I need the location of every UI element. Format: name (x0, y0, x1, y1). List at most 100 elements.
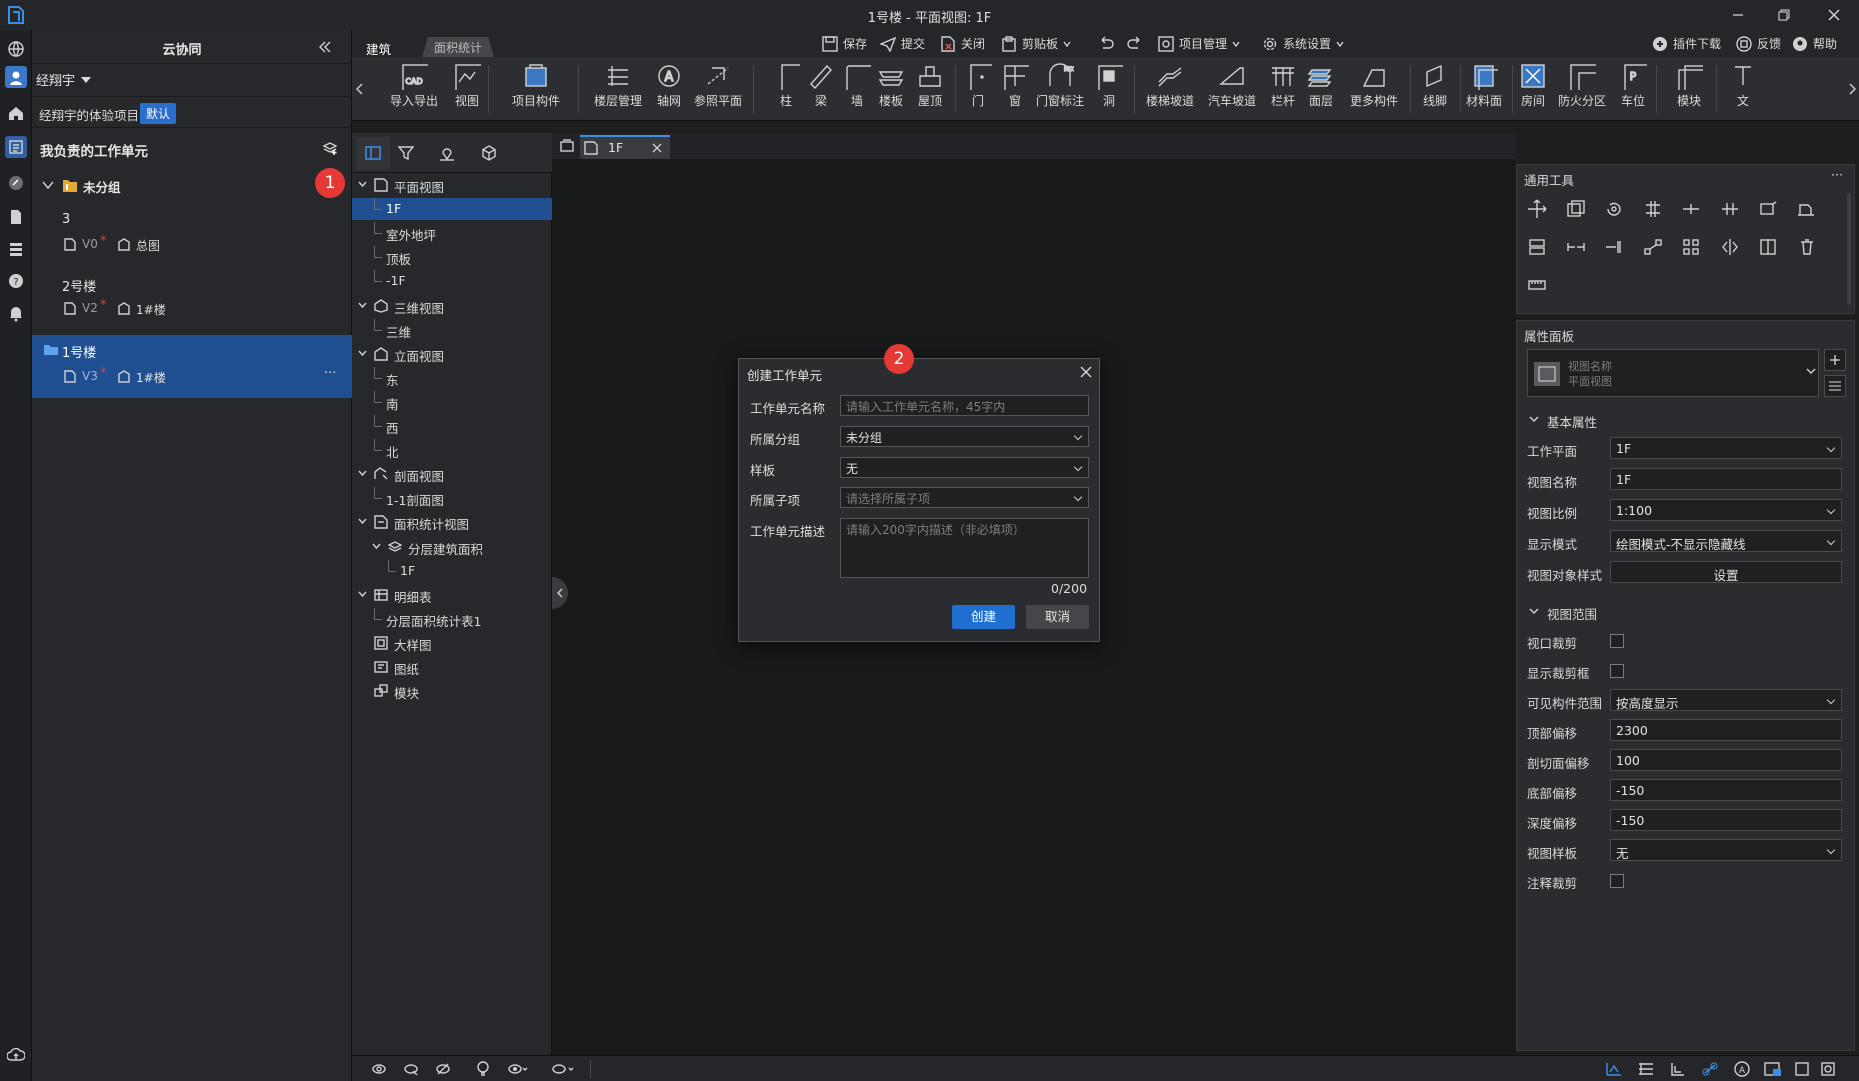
plugin-download-button[interactable]: 插件下载 (1652, 35, 1721, 52)
ortho-icon[interactable] (1670, 1062, 1686, 1076)
visibility-hide-icon[interactable] (436, 1062, 450, 1076)
tools-scrollbar[interactable] (1847, 193, 1851, 305)
tree-item[interactable]: 1F (352, 198, 552, 221)
window-button[interactable]: 窗 (1000, 60, 1030, 109)
annot-crop-checkbox[interactable] (1610, 874, 1624, 888)
split-tool-icon[interactable] (1681, 199, 1701, 219)
undo-button[interactable] (1097, 35, 1115, 51)
layers-icon[interactable] (1638, 1062, 1654, 1076)
home-icon[interactable] (5, 102, 27, 124)
edit-type-button[interactable] (1824, 375, 1846, 397)
display-style-icon[interactable] (552, 1062, 574, 1076)
wall-button[interactable]: 墙 (842, 60, 872, 109)
cloud-upload-icon[interactable] (5, 1044, 27, 1066)
snap-icon[interactable] (1606, 1062, 1622, 1076)
depth-offset-input[interactable]: -150 (1610, 809, 1842, 831)
tree-item[interactable]: 分层面积统计表1 (352, 607, 552, 630)
visibility-icon[interactable] (372, 1062, 386, 1076)
chevron-down-icon[interactable] (1529, 416, 1539, 424)
scale-select[interactable]: 1:100 (1610, 499, 1842, 521)
material-face-button[interactable]: 材料面 (1466, 60, 1502, 109)
roof-button[interactable]: 屋顶 (915, 60, 945, 109)
work-unit-icon[interactable] (5, 136, 27, 158)
show-crop-checkbox[interactable] (1610, 664, 1624, 678)
tree-group[interactable]: 模块 (352, 680, 552, 702)
tree-item[interactable]: 南 (352, 390, 552, 413)
filter-icon[interactable] (398, 145, 414, 161)
tree-group[interactable]: 明细表 (352, 584, 552, 606)
redo-button[interactable] (1126, 35, 1144, 51)
globe-icon[interactable] (5, 38, 27, 60)
tree-item[interactable]: 三维 (352, 318, 552, 341)
tree-item[interactable]: 1F (352, 559, 552, 582)
panel-toggle-icon[interactable] (356, 137, 390, 169)
view-name-input[interactable]: 1F (1610, 468, 1842, 490)
work-unit-item[interactable]: 3 V0 * 总图 (32, 208, 352, 266)
tree-group[interactable]: 面积统计视图 (352, 511, 552, 533)
door-window-tag-button[interactable]: M01 门窗标注 (1036, 60, 1084, 109)
workset-icon[interactable] (1764, 1061, 1782, 1077)
obj-style-button[interactable]: 设置 (1610, 561, 1842, 583)
copy-tool-icon[interactable] (1566, 199, 1586, 219)
door-button[interactable]: 门 (963, 60, 993, 109)
array-tool-icon[interactable] (1643, 237, 1663, 257)
visibility-filter-icon[interactable] (404, 1062, 418, 1076)
top-offset-input[interactable]: 2300 (1610, 719, 1842, 741)
break-tool-icon[interactable] (1797, 237, 1817, 257)
trim-tool-icon[interactable] (1720, 199, 1740, 219)
slab-button[interactable]: 楼板 (876, 60, 906, 109)
doc-tab-1f[interactable]: 1F (580, 135, 670, 159)
tree-group[interactable]: 图纸 (352, 656, 552, 678)
ribbon-scroll-left-icon[interactable] (356, 83, 364, 95)
display-mode-select[interactable]: 绘图模式-不显示隐藏线 (1610, 530, 1842, 552)
module-button[interactable]: 模块 (1674, 60, 1704, 109)
scale-tool-icon[interactable] (1681, 237, 1701, 257)
stair-ramp-button[interactable]: 楼梯坡道 (1146, 60, 1194, 109)
eye-icon[interactable] (508, 1062, 528, 1076)
close-tab-icon[interactable] (652, 143, 662, 153)
rotate-tool-icon[interactable] (1604, 199, 1624, 219)
work-unit-item[interactable]: 2号楼 V2 * 1#楼 (32, 272, 352, 330)
close-window-button[interactable] (1822, 4, 1846, 26)
tree-group[interactable]: 平面视图 (352, 174, 552, 196)
unit-name-input[interactable]: 请输入工作单元名称，45字内 (840, 395, 1089, 416)
import-export-button[interactable]: CAD 导入导出 (390, 60, 438, 109)
text-button[interactable]: 文 (1728, 60, 1758, 109)
cube-icon[interactable] (481, 145, 497, 161)
bell-icon[interactable] (5, 302, 27, 324)
tree-item[interactable]: 西 (352, 415, 552, 437)
settings-small-icon[interactable] (1820, 1061, 1836, 1077)
template-select[interactable]: 无 (840, 457, 1089, 478)
project-component-button[interactable]: 项目构件 (512, 60, 560, 109)
tree-group[interactable]: 三维视图 (352, 295, 552, 317)
delete-tool-icon[interactable] (1527, 275, 1547, 295)
view-location-icon[interactable] (439, 145, 455, 161)
ref-plane-button[interactable]: 参照平面 (694, 60, 742, 109)
annotation-icon[interactable]: A (1734, 1061, 1750, 1077)
link-icon[interactable] (5, 172, 27, 194)
room-button[interactable]: 房间 (1518, 60, 1548, 109)
visible-range-select[interactable]: 按高度显示 (1610, 689, 1842, 711)
dialog-title-bar[interactable]: 创建工作单元 (739, 359, 1099, 385)
avatar[interactable] (5, 66, 27, 88)
tree-group[interactable]: 立面视图 (352, 343, 552, 365)
tree-item[interactable]: 顶板 (352, 246, 552, 268)
system-settings-button[interactable]: 系统设置 (1262, 35, 1344, 52)
work-unit-item-selected[interactable]: 1号楼 V3 * 1#楼 ··· (32, 335, 352, 398)
tree-group[interactable]: 剖面视图 (352, 463, 552, 485)
grid-axis-button[interactable]: A 轴网 (654, 60, 684, 109)
tree-item[interactable]: 室外地坪 (352, 222, 552, 244)
tab-list-icon[interactable] (560, 139, 574, 153)
view-button[interactable]: 视图 (452, 60, 482, 109)
fire-zone-button[interactable]: 防火分区 (1558, 60, 1606, 109)
more-options-button[interactable]: ··· (324, 366, 336, 381)
align-tool-icon[interactable] (1643, 199, 1663, 219)
offset-tool-icon[interactable] (1758, 199, 1778, 219)
distribute-tool-icon[interactable] (1604, 237, 1624, 257)
child-item-select[interactable]: 请选择所属子项 (840, 487, 1089, 508)
tree-item[interactable]: -1F (352, 270, 552, 292)
tree-item[interactable]: 北 (352, 439, 552, 461)
project-mgmt-button[interactable]: 项目管理 (1158, 35, 1240, 52)
list-icon[interactable] (5, 238, 27, 260)
group-row[interactable]: 未分组 (32, 172, 352, 200)
